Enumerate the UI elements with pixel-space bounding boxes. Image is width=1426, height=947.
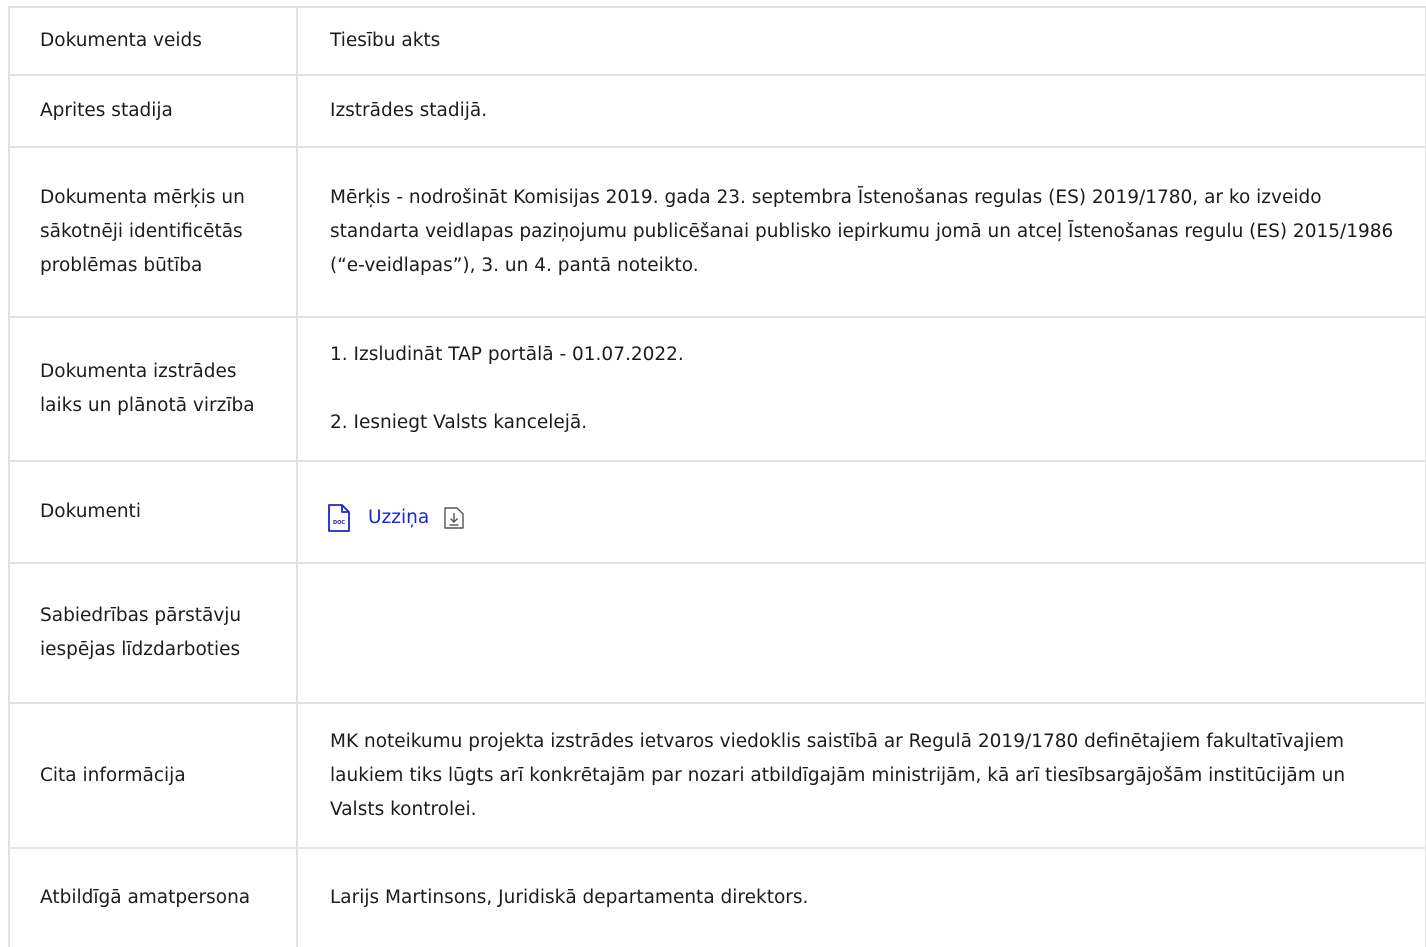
row-label-purpose: Dokumenta mērķis un sākotnēji identificē… bbox=[8, 146, 298, 318]
row-value-documents: DOC Uzziņa bbox=[296, 460, 1426, 564]
row-value-responsible-official: Larijs Martinsons, Juridiskā departament… bbox=[296, 847, 1426, 947]
table-row: Aprites stadija Izstrādes stadijā. bbox=[8, 74, 1426, 148]
row-label-document-type: Dokumenta veids bbox=[8, 6, 298, 76]
doc-file-icon: DOC bbox=[328, 504, 350, 532]
document-details: Dokumenta veids Tiesību akts Aprites sta… bbox=[8, 6, 1426, 947]
row-label-public-participation: Sabiedrības pārstāvju iespējas līdzdarbo… bbox=[8, 562, 298, 704]
timeline-step-1: 1. Izsludināt TAP portālā - 01.07.2022. bbox=[330, 344, 684, 365]
row-label-documents: Dokumenti bbox=[8, 460, 298, 564]
table-row: Dokumenti DOC Uzziņa bbox=[8, 460, 1426, 564]
row-value-public-participation bbox=[296, 562, 1426, 704]
row-value-timeline: 1. Izsludināt TAP portālā - 01.07.2022. … bbox=[296, 316, 1426, 462]
document-link-uzzina[interactable]: Uzziņa bbox=[368, 501, 429, 535]
table-row: Dokumenta mērķis un sākotnēji identificē… bbox=[8, 146, 1426, 318]
row-value-purpose: Mērķis - nodrošināt Komisijas 2019. gada… bbox=[296, 146, 1426, 318]
download-icon[interactable] bbox=[443, 506, 465, 530]
row-value-document-type: Tiesību akts bbox=[296, 6, 1426, 76]
row-label-timeline: Dokumenta izstrādes laiks un plānotā vir… bbox=[8, 316, 298, 462]
table-row: Dokumenta veids Tiesību akts bbox=[8, 6, 1426, 76]
row-value-other-info: MK noteikumu projekta izstrādes ietvaros… bbox=[296, 702, 1426, 849]
table-row: Dokumenta izstrādes laiks un plānotā vir… bbox=[8, 316, 1426, 462]
doc-type-badge: DOC bbox=[333, 520, 345, 526]
row-label-responsible-official: Atbildīgā amatpersona bbox=[8, 847, 298, 947]
timeline-step-2: 2. Iesniegt Valsts kancelejā. bbox=[330, 412, 588, 433]
details-table: Dokumenta veids Tiesību akts Aprites sta… bbox=[8, 6, 1426, 947]
row-value-stage: Izstrādes stadijā. bbox=[296, 74, 1426, 148]
table-row: Sabiedrības pārstāvju iespējas līdzdarbo… bbox=[8, 562, 1426, 704]
row-label-stage: Aprites stadija bbox=[8, 74, 298, 148]
table-row: Cita informācija MK noteikumu projekta i… bbox=[8, 702, 1426, 849]
document-item: DOC Uzziņa bbox=[327, 501, 465, 535]
table-row: Atbildīgā amatpersona Larijs Martinsons,… bbox=[8, 847, 1426, 947]
row-label-other-info: Cita informācija bbox=[8, 702, 298, 849]
